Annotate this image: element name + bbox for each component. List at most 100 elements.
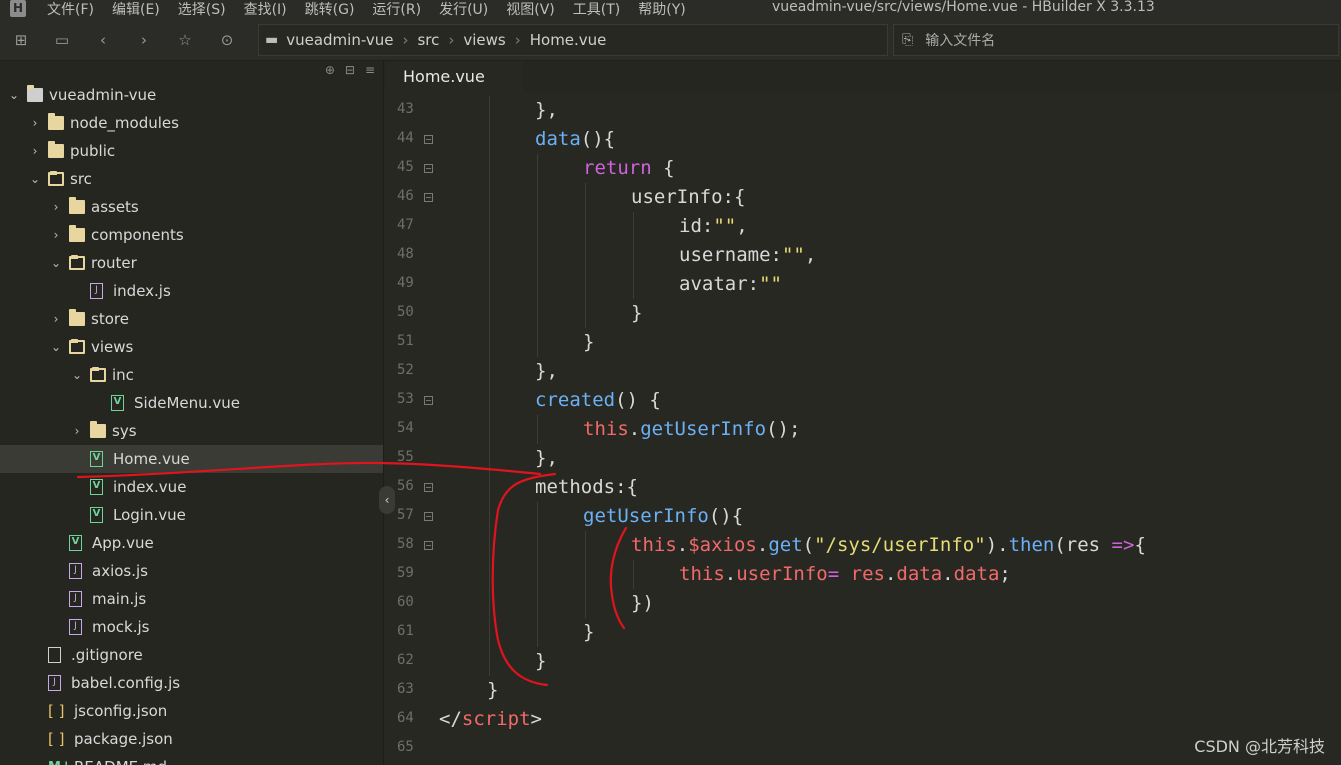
save-icon[interactable]: ▭ [53, 31, 71, 49]
breadcrumb-item[interactable]: views [463, 31, 505, 49]
tree-item[interactable]: ›VLogin.vue [0, 501, 383, 529]
chevron-down-icon[interactable]: ⌄ [29, 172, 41, 186]
menu-item[interactable]: 帮助(Y) [638, 0, 685, 19]
menu-item[interactable]: 工具(T) [573, 0, 620, 19]
tree-item[interactable]: › node_modules [0, 109, 383, 137]
tab-bar: Home.vue [384, 61, 1341, 92]
fold-toggle-icon[interactable]: − [424, 164, 433, 173]
tab-home-vue[interactable]: Home.vue [385, 61, 523, 92]
fold-toggle-icon[interactable]: − [424, 512, 433, 521]
tree-item[interactable]: ›[ ]package.json [0, 725, 383, 753]
fold-toggle-icon[interactable]: − [424, 483, 433, 492]
indent-guide [585, 560, 586, 589]
tree-item[interactable]: ›[ ]jsconfig.json [0, 697, 383, 725]
tree-item[interactable]: ›VHome.vue [0, 445, 383, 473]
breadcrumb-separator-icon: › [448, 31, 455, 49]
tree-item[interactable]: ›Jmain.js [0, 585, 383, 613]
code-line: } [535, 647, 546, 676]
menu-item[interactable]: 运行(R) [372, 0, 421, 19]
tree-item[interactable]: ›Jbabel.config.js [0, 669, 383, 697]
code-line: username:"", [679, 241, 816, 270]
tree-item[interactable]: ›VSideMenu.vue [0, 389, 383, 417]
chevron-right-icon[interactable]: › [50, 312, 62, 326]
tree-item[interactable]: › sys [0, 417, 383, 445]
file-icon [48, 647, 61, 663]
code-token: (res [1054, 534, 1112, 556]
hbuilder-logo-icon[interactable]: H [10, 0, 26, 17]
tree-item[interactable]: ›Jmock.js [0, 613, 383, 641]
chevron-down-icon[interactable]: ⌄ [50, 340, 62, 354]
tree-item[interactable]: ›.gitignore [0, 641, 383, 669]
tree-item-label: views [91, 338, 134, 356]
breadcrumb-item[interactable]: src [417, 31, 439, 49]
menu-item[interactable]: 选择(S) [178, 0, 226, 19]
breadcrumb-item[interactable]: Home.vue [530, 31, 607, 49]
breadcrumb-item[interactable]: vueadmin-vue [286, 31, 393, 49]
indent-guide [633, 270, 634, 299]
tree-item[interactable]: ›Jindex.js [0, 277, 383, 305]
code-token: { [651, 157, 675, 179]
chevron-right-icon[interactable]: › [50, 200, 62, 214]
chevron-down-icon[interactable]: ⌄ [71, 368, 83, 382]
locate-icon[interactable]: ⊕ [325, 63, 335, 77]
bookmark-icon[interactable]: ☆ [176, 31, 194, 49]
tree-item[interactable]: ⌄ vueadmin-vue [0, 81, 383, 109]
tree-item[interactable]: › assets [0, 193, 383, 221]
code-token: ; [999, 563, 1011, 585]
code-token: return [583, 157, 652, 179]
tree-item[interactable]: ⌄ views [0, 333, 383, 361]
tree-item[interactable]: › store [0, 305, 383, 333]
menu-item[interactable]: 文件(F) [47, 0, 94, 19]
chevron-right-icon[interactable]: › [29, 144, 41, 158]
tree-item[interactable]: ›Jaxios.js [0, 557, 383, 585]
vue-file-icon: V [90, 507, 103, 523]
menu-icon[interactable]: ≡ [365, 63, 375, 77]
indent-guide [489, 386, 490, 415]
tree-item[interactable]: ›M↓README.md [0, 753, 383, 765]
code-token: getUserInfo [640, 418, 767, 440]
fold-toggle-icon[interactable]: − [424, 135, 433, 144]
menu-item[interactable]: 视图(V) [506, 0, 555, 19]
code-token: then [1008, 534, 1055, 556]
collapse-all-icon[interactable]: ⊟ [345, 63, 355, 77]
tree-item[interactable]: › public [0, 137, 383, 165]
tree-item[interactable]: ⌄ inc [0, 361, 383, 389]
chevron-right-icon[interactable]: › [71, 424, 83, 438]
menu-item[interactable]: 查找(I) [244, 0, 287, 19]
chevron-down-icon[interactable]: ⌄ [8, 88, 20, 102]
tree-item[interactable]: ⌄ src [0, 165, 383, 193]
fold-toggle-icon[interactable]: − [424, 396, 433, 405]
menu-item[interactable]: 编辑(E) [112, 0, 160, 19]
forward-icon[interactable]: › [135, 31, 153, 49]
editor: Home.vue 43 44 − 45 − 46 − 47 48 49 50 51 52 53 − 54 55 5… [384, 61, 1341, 765]
tree-item[interactable]: ›VApp.vue [0, 529, 383, 557]
tree-item[interactable]: ›Vindex.vue [0, 473, 383, 501]
code-line: return { [583, 154, 675, 183]
fold-toggle-icon[interactable]: − [424, 541, 433, 550]
breadcrumb[interactable]: ▬ vueadmin-vue › src › views › Home.vue [258, 24, 888, 56]
code-line: id:"", [679, 212, 748, 241]
tree-item-label: main.js [92, 590, 147, 608]
explorer-tools: ⊕ ⊟ ≡ [325, 63, 375, 77]
tree-item-label: node_modules [70, 114, 179, 132]
tree-item-label: mock.js [92, 618, 150, 636]
indent-guide [537, 560, 538, 589]
tree-item[interactable]: ⌄ router [0, 249, 383, 277]
chevron-right-icon[interactable]: › [29, 116, 41, 130]
tree-item[interactable]: › components [0, 221, 383, 249]
code-token: > [530, 708, 542, 730]
new-file-icon[interactable]: ⊞ [12, 31, 30, 49]
back-icon[interactable]: ‹ [94, 31, 112, 49]
code-token: methods:{ [535, 476, 638, 498]
code-token: res [839, 563, 885, 585]
menu-item[interactable]: 跳转(G) [305, 0, 355, 19]
menu-item[interactable]: 发行(U) [439, 0, 488, 19]
fold-toggle-icon[interactable]: − [424, 193, 433, 202]
chevron-down-icon[interactable]: ⌄ [50, 256, 62, 270]
collapse-sidebar-icon[interactable]: ‹ [379, 486, 395, 514]
file-search-input[interactable]: ⎘ 输入文件名 [893, 24, 1339, 56]
chevron-right-icon[interactable]: › [50, 228, 62, 242]
run-icon[interactable]: ⊙ [218, 31, 236, 49]
indent-guide [537, 212, 538, 241]
line-number: 64 [397, 710, 414, 726]
